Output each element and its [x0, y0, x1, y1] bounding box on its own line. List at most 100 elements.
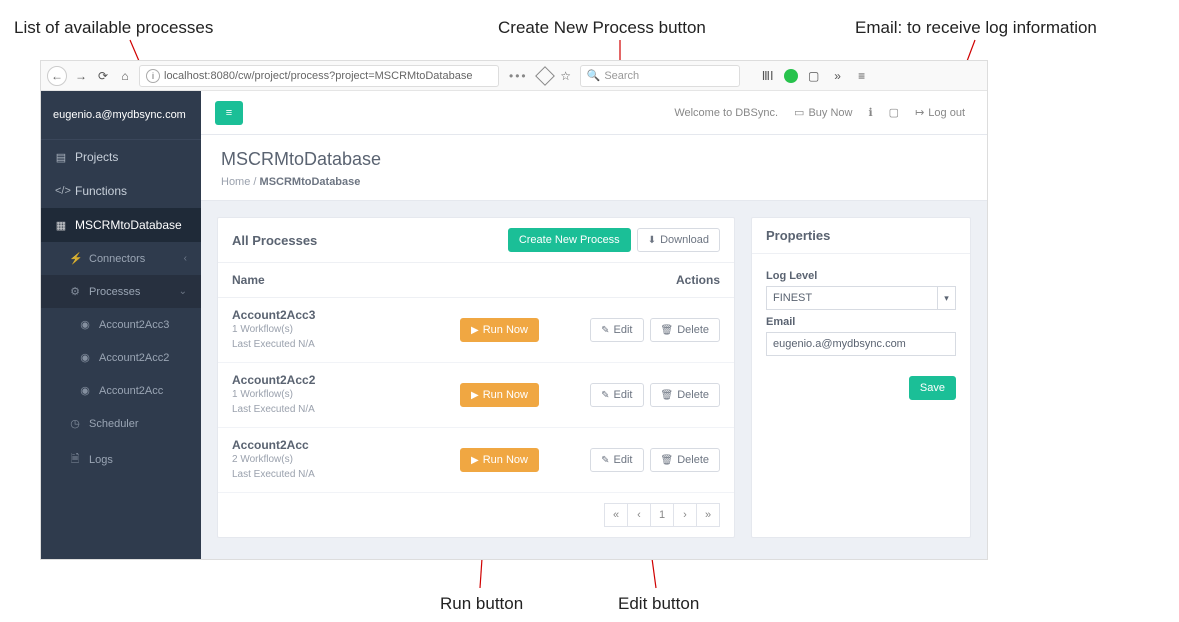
window-link[interactable]: ▢	[881, 106, 907, 119]
page-prev[interactable]: ‹	[627, 503, 651, 527]
back-button[interactable]: ←	[47, 66, 67, 86]
all-processes-header: All Processes Create New Process ⬇ Downl…	[218, 218, 734, 263]
sidebar-item-scheduler[interactable]: ◷ Scheduler	[41, 407, 201, 440]
process-name[interactable]: Account2Acc2	[232, 373, 460, 387]
library-icon[interactable]: ⅢⅠ	[760, 68, 776, 84]
forward-button[interactable]: →	[73, 68, 89, 84]
search-placeholder: Search	[604, 70, 639, 82]
delete-button[interactable]: 🗑 Delete	[650, 318, 721, 342]
search-icon: 🔍	[587, 69, 601, 82]
edit-button[interactable]: ✎ Edit	[590, 383, 643, 407]
play-icon: ▶	[471, 390, 479, 401]
run-now-button[interactable]: ▶ Run Now	[460, 448, 539, 472]
overflow-icon[interactable]: »	[830, 68, 846, 84]
sidebar-item-projects[interactable]: ▤ Projects	[41, 140, 201, 174]
sidebar-user[interactable]: eugenio.a@mydbsync.com	[41, 91, 201, 140]
trash-icon: 🗑	[661, 455, 674, 466]
download-button[interactable]: ⬇ Download	[637, 228, 720, 252]
scheduler-icon: ◷	[69, 417, 81, 430]
sidebar-toggle-button[interactable]: ≡	[215, 101, 243, 125]
edit-label: Edit	[614, 389, 633, 401]
delete-button[interactable]: 🗑 Delete	[650, 448, 721, 472]
logout-label: Log out	[928, 107, 965, 119]
run-now-label: Run Now	[483, 389, 528, 401]
sidebar-process-item-2[interactable]: ◉ Account2Acc	[41, 374, 201, 407]
panels: All Processes Create New Process ⬇ Downl…	[201, 201, 987, 554]
create-new-process-button[interactable]: Create New Process	[508, 228, 631, 252]
address-bar[interactable]: i localhost:8080/cw/project/process?proj…	[139, 65, 499, 87]
run-now-button[interactable]: ▶ Run Now	[460, 318, 539, 342]
site-info-icon: i	[146, 69, 160, 83]
log-level-select[interactable]: FINEST ▾	[766, 286, 956, 310]
callout-create-new: Create New Process button	[498, 18, 706, 38]
properties-header: Properties	[752, 218, 970, 254]
delete-button[interactable]: 🗑 Delete	[650, 383, 721, 407]
process-actions: ✎ Edit 🗑 Delete	[560, 318, 720, 342]
window-icon[interactable]: ▢	[806, 68, 822, 84]
sidebar-label-scheduler: Scheduler	[89, 418, 139, 430]
processes-icon: ⚙	[69, 285, 81, 298]
info-link[interactable]: ℹ	[860, 106, 880, 119]
sidebar-process-item-0[interactable]: ◉ Account2Acc3	[41, 308, 201, 341]
edit-label: Edit	[614, 324, 633, 336]
process-columns: Name Actions	[218, 263, 734, 298]
sidebar-process-item-1[interactable]: ◉ Account2Acc2	[41, 341, 201, 374]
properties-title: Properties	[766, 228, 830, 243]
page-first[interactable]: «	[604, 503, 628, 527]
process-info: Account2Acc2 1 Workflow(s) Last Executed…	[232, 373, 460, 417]
callout-email: Email: to receive log information	[855, 18, 1097, 38]
run-now-button[interactable]: ▶ Run Now	[460, 383, 539, 407]
sidebar-item-logs[interactable]: 🗎 Logs	[41, 440, 201, 479]
welcome-text: Welcome to DBSync.	[666, 107, 786, 119]
process-last-exec: Last Executed N/A	[232, 337, 460, 352]
logs-icon: 🗎	[69, 450, 81, 469]
buy-now-link[interactable]: ▭ Buy Now	[786, 106, 860, 119]
process-name[interactable]: Account2Acc3	[232, 308, 460, 322]
page-last[interactable]: »	[696, 503, 720, 527]
save-button[interactable]: Save	[909, 376, 956, 400]
properties-panel: Properties Log Level FINEST ▾ Email Save	[751, 217, 971, 538]
edit-button[interactable]: ✎ Edit	[590, 448, 643, 472]
home-button[interactable]: ⌂	[117, 68, 133, 84]
browser-window: ← → ⟳ ⌂ i localhost:8080/cw/project/proc…	[40, 60, 988, 560]
callout-edit: Edit button	[618, 594, 699, 614]
col-name: Name	[232, 273, 520, 287]
bullet-icon: ◉	[79, 384, 91, 397]
menu-icon[interactable]: ≡	[854, 68, 870, 84]
sidebar-item-functions[interactable]: </> Functions	[41, 174, 201, 208]
page-next[interactable]: ›	[673, 503, 697, 527]
breadcrumb-home[interactable]: Home	[221, 176, 250, 188]
process-info: Account2Acc3 1 Workflow(s) Last Executed…	[232, 308, 460, 352]
page-title: MSCRMtoDatabase	[221, 149, 967, 170]
process-name[interactable]: Account2Acc	[232, 438, 460, 452]
reload-button[interactable]: ⟳	[95, 68, 111, 84]
shield-icon[interactable]	[535, 66, 555, 86]
bookmark-star-icon[interactable]: ☆	[558, 68, 574, 84]
extension-green-icon[interactable]	[784, 69, 798, 83]
run-now-label: Run Now	[483, 324, 528, 336]
sidebar-item-processes[interactable]: ⚙ Processes ⌄	[41, 275, 201, 308]
app-topbar: ≡ Welcome to DBSync. ▭ Buy Now ℹ ▢ ↦ Log…	[201, 91, 987, 135]
sidebar-item-connectors[interactable]: ⚡ Connectors ‹	[41, 242, 201, 275]
search-box[interactable]: 🔍 Search	[580, 65, 740, 87]
buy-now-label: Buy Now	[808, 107, 852, 119]
page-current[interactable]: 1	[650, 503, 674, 527]
sidebar-process-label: Account2Acc3	[99, 319, 169, 331]
callout-run: Run button	[440, 594, 523, 614]
functions-icon: </>	[55, 185, 67, 197]
page-header: MSCRMtoDatabase Home / MSCRMtoDatabase	[201, 135, 987, 201]
project-icon: ▦	[55, 219, 67, 232]
edit-button[interactable]: ✎ Edit	[590, 318, 643, 342]
bullet-icon: ◉	[79, 351, 91, 364]
sidebar-item-project[interactable]: ▦ MSCRMtoDatabase	[41, 208, 201, 242]
logout-link[interactable]: ↦ Log out	[907, 106, 973, 119]
process-run: ▶ Run Now	[460, 383, 560, 407]
email-input[interactable]	[766, 332, 956, 356]
sidebar-label-functions: Functions	[75, 184, 127, 198]
logout-icon: ↦	[915, 106, 924, 119]
col-actions: Actions	[520, 273, 720, 287]
process-row: Account2Acc2 1 Workflow(s) Last Executed…	[218, 363, 734, 428]
process-row: Account2Acc3 1 Workflow(s) Last Executed…	[218, 298, 734, 363]
sidebar-label-processes: Processes	[89, 286, 140, 298]
process-info: Account2Acc 2 Workflow(s) Last Executed …	[232, 438, 460, 482]
